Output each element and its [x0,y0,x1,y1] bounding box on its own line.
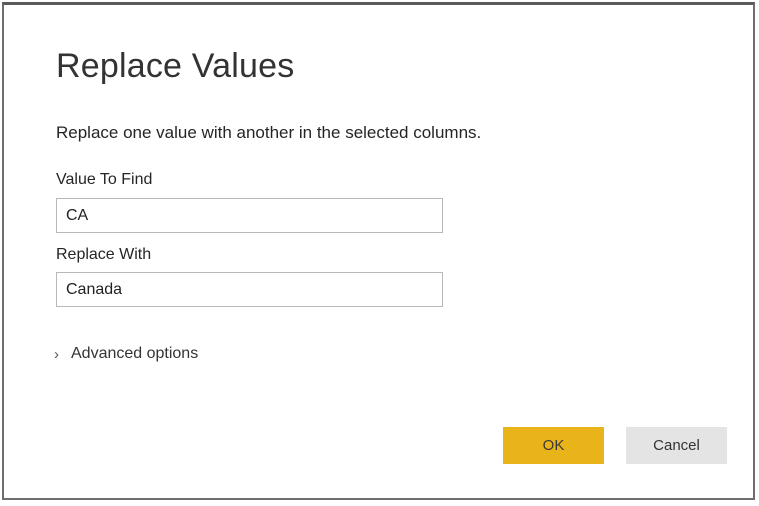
chevron-right-icon: › [54,345,59,363]
value-to-find-input[interactable] [56,198,443,233]
advanced-options-toggle[interactable]: › Advanced options [54,345,198,363]
dialog-title: Replace Values [56,47,295,85]
replace-with-label: Replace With [56,246,152,263]
value-to-find-label: Value To Find [56,171,153,188]
replace-values-dialog: Replace Values Replace one value with an… [2,2,755,500]
replace-with-input[interactable] [56,272,443,307]
advanced-options-label: Advanced options [71,345,199,362]
cancel-button[interactable]: Cancel [626,427,727,464]
dialog-description: Replace one value with another in the se… [56,123,482,142]
ok-button[interactable]: OK [503,427,604,464]
